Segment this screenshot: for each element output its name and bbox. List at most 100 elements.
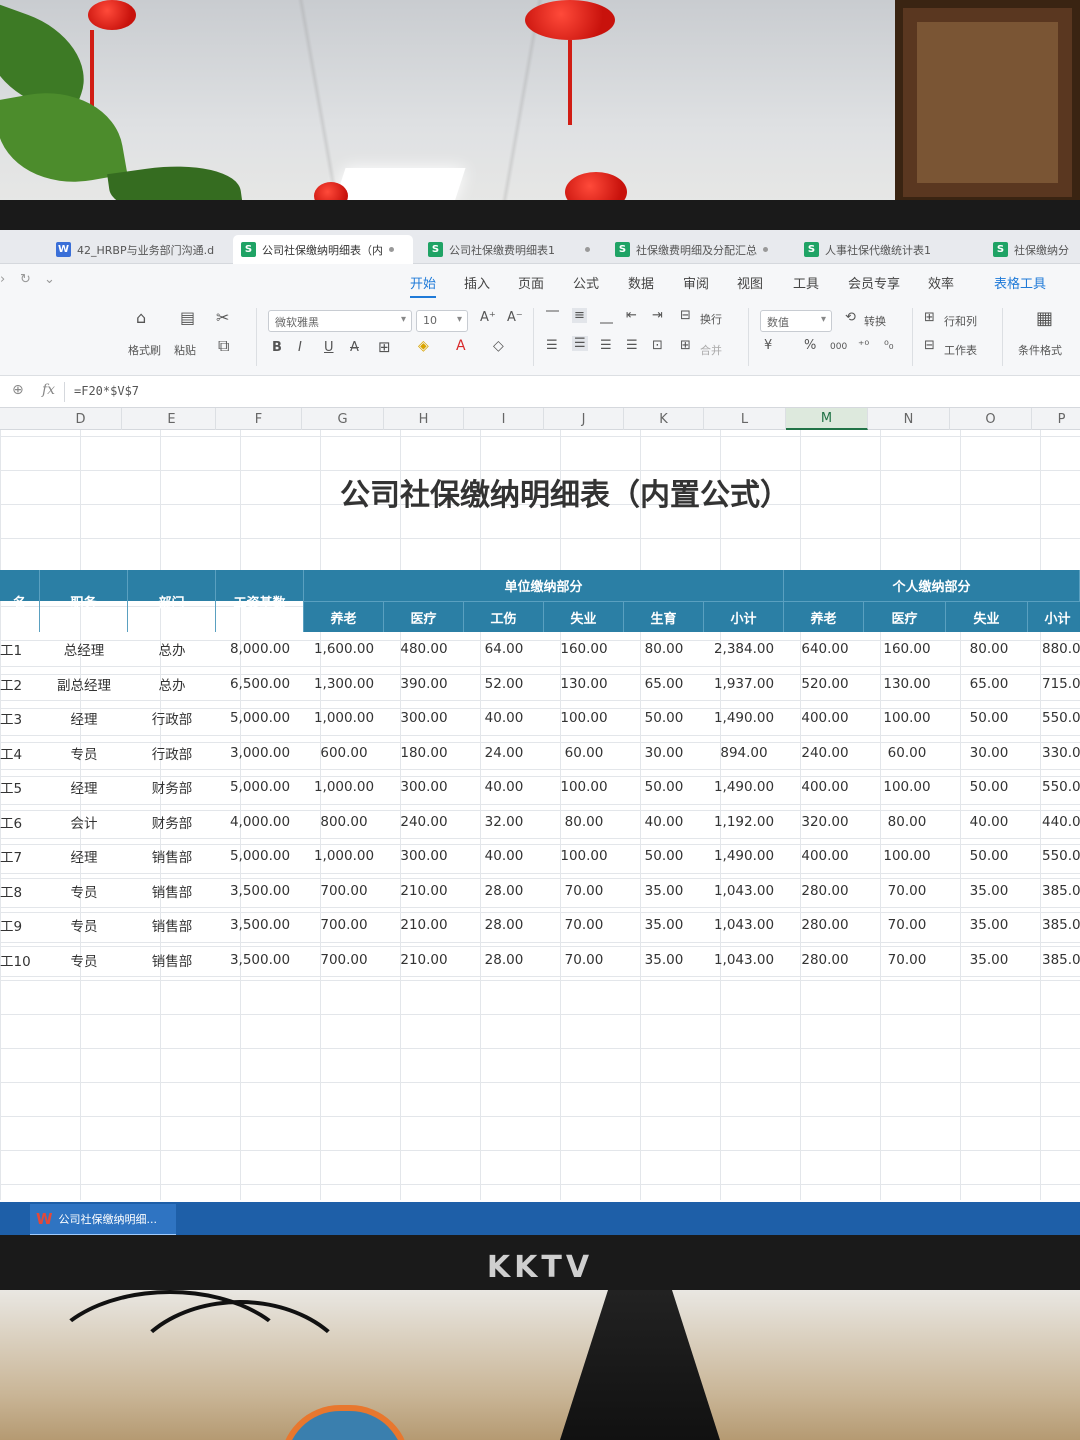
table-cell[interactable]: 100.00	[866, 701, 948, 735]
table-cell[interactable]: 180.00	[384, 736, 464, 770]
table-cell[interactable]: 副总经理	[40, 667, 128, 701]
document-tab[interactable]: S 社保缴费明细及分配汇总	[607, 235, 787, 264]
table-cell[interactable]: 3,000.00	[216, 736, 304, 770]
table-cell[interactable]: 280.00	[784, 908, 866, 942]
conditional-format-button[interactable]: 条件格式	[1018, 342, 1062, 358]
table-cell[interactable]: 工2	[0, 667, 40, 701]
worksheet-button[interactable]: 工作表	[944, 342, 977, 358]
table-cell[interactable]: 1,043.00	[704, 908, 784, 942]
table-cell[interactable]: 330.0	[1030, 736, 1080, 770]
table-cell[interactable]: 1,490.00	[704, 770, 784, 804]
table-cell[interactable]: 50.00	[624, 839, 704, 873]
worksheet-icon[interactable]: ⊟	[924, 338, 935, 353]
table-cell[interactable]: 400.00	[784, 839, 866, 873]
column-header[interactable]: F	[216, 408, 302, 430]
format-painter-button[interactable]: 格式刷	[128, 342, 161, 358]
underline-icon[interactable]: U	[324, 340, 334, 355]
italic-icon[interactable]: I	[298, 340, 302, 355]
table-cell[interactable]: 财务部	[128, 805, 216, 839]
table-cell[interactable]: 35.00	[624, 874, 704, 908]
table-cell[interactable]: 210.00	[384, 908, 464, 942]
thousands-button[interactable]: 000	[830, 342, 847, 352]
table-cell[interactable]: 65.00	[948, 667, 1030, 701]
column-header[interactable]: J	[544, 408, 624, 430]
tab-tools[interactable]: 工具	[793, 273, 819, 292]
table-cell[interactable]: 100.00	[544, 701, 624, 735]
distributed-icon[interactable]: ⊡	[652, 338, 663, 353]
cut-icon[interactable]: ✂	[216, 308, 229, 327]
table-cell[interactable]: 1,192.00	[704, 805, 784, 839]
merge-button[interactable]: 合并	[700, 342, 722, 358]
table-cell[interactable]: 销售部	[128, 874, 216, 908]
align-center-icon[interactable]: ☰	[572, 336, 588, 351]
table-cell[interactable]: 总办	[128, 667, 216, 701]
align-right-icon[interactable]: ☰	[600, 338, 612, 353]
table-cell[interactable]: 28.00	[464, 874, 544, 908]
table-cell[interactable]: 50.00	[624, 701, 704, 735]
number-format-select[interactable]: 数值 ▾	[760, 310, 832, 332]
document-tab[interactable]: S 人事社保代缴统计表1	[796, 235, 976, 264]
table-cell[interactable]: 480.00	[384, 632, 464, 666]
table-cell[interactable]: 70.00	[544, 874, 624, 908]
column-header[interactable]: H	[384, 408, 464, 430]
table-cell[interactable]: 32.00	[464, 805, 544, 839]
formula-input[interactable]: =F20*$V$7	[74, 384, 139, 398]
table-cell[interactable]: 专员	[40, 908, 128, 942]
table-cell[interactable]: 35.00	[948, 943, 1030, 977]
table-cell[interactable]: 550.0	[1030, 701, 1080, 735]
table-cell[interactable]: 1,043.00	[704, 943, 784, 977]
column-header[interactable]: G	[302, 408, 384, 430]
chevron-down-icon[interactable]: ⌄	[44, 272, 55, 287]
table-cell[interactable]: 1,490.00	[704, 839, 784, 873]
indent-increase-icon[interactable]: ⇥	[652, 308, 663, 323]
table-cell[interactable]: 800.00	[304, 805, 384, 839]
wrap-text-button[interactable]: 换行	[700, 311, 722, 327]
table-cell[interactable]: 6,500.00	[216, 667, 304, 701]
table-cell[interactable]: 300.00	[384, 701, 464, 735]
table-cell[interactable]: 60.00	[866, 736, 948, 770]
table-cell[interactable]: 50.00	[948, 839, 1030, 873]
table-cell[interactable]: 1,000.00	[304, 770, 384, 804]
convert-icon[interactable]: ⟲	[845, 310, 856, 325]
table-cell[interactable]: 50.00	[624, 770, 704, 804]
zoom-icon[interactable]: ⊕	[12, 382, 24, 398]
column-header[interactable]: P	[1032, 408, 1080, 430]
paste-button[interactable]: 粘贴	[174, 342, 196, 358]
table-cell[interactable]: 30.00	[948, 736, 1030, 770]
currency-button[interactable]: ¥	[764, 338, 772, 353]
table-cell[interactable]: 100.00	[544, 770, 624, 804]
convert-button[interactable]: 转换	[864, 313, 886, 329]
align-middle-icon[interactable]: ≡	[572, 308, 587, 323]
table-cell[interactable]: 40.00	[464, 701, 544, 735]
tab-efficiency[interactable]: 效率	[928, 273, 954, 292]
table-cell[interactable]: 210.00	[384, 874, 464, 908]
table-cell[interactable]: 894.00	[704, 736, 784, 770]
table-cell[interactable]: 专员	[40, 874, 128, 908]
table-cell[interactable]: 440.0	[1030, 805, 1080, 839]
table-cell[interactable]: 24.00	[464, 736, 544, 770]
tab-review[interactable]: 审阅	[683, 273, 709, 292]
table-cell[interactable]: 40.00	[464, 770, 544, 804]
table-cell[interactable]: 400.00	[784, 701, 866, 735]
taskbar-app-item[interactable]: W 公司社保缴纳明细...	[30, 1204, 176, 1235]
table-cell[interactable]: 3,500.00	[216, 943, 304, 977]
table-cell[interactable]: 5,000.00	[216, 770, 304, 804]
table-cell[interactable]: 28.00	[464, 908, 544, 942]
table-cell[interactable]: 700.00	[304, 874, 384, 908]
table-cell[interactable]: 工1	[0, 632, 40, 666]
table-cell[interactable]: 50.00	[948, 770, 1030, 804]
document-tab-active[interactable]: S 公司社保缴纳明细表（内	[233, 235, 413, 264]
table-cell[interactable]: 65.00	[624, 667, 704, 701]
font-shrink-icon[interactable]: A⁻	[507, 310, 523, 325]
table-cell[interactable]: 2,384.00	[704, 632, 784, 666]
table-cell[interactable]: 工10	[0, 943, 40, 977]
table-cell[interactable]: 工3	[0, 701, 40, 735]
column-header[interactable]: E	[128, 408, 216, 430]
table-cell[interactable]: 经理	[40, 839, 128, 873]
table-cell[interactable]: 工5	[0, 770, 40, 804]
back-arrow-icon[interactable]: ›	[0, 272, 5, 287]
tab-formula[interactable]: 公式	[573, 273, 599, 292]
fx-icon[interactable]: fx	[42, 382, 55, 398]
table-cell[interactable]: 70.00	[866, 874, 948, 908]
table-cell[interactable]: 35.00	[948, 908, 1030, 942]
